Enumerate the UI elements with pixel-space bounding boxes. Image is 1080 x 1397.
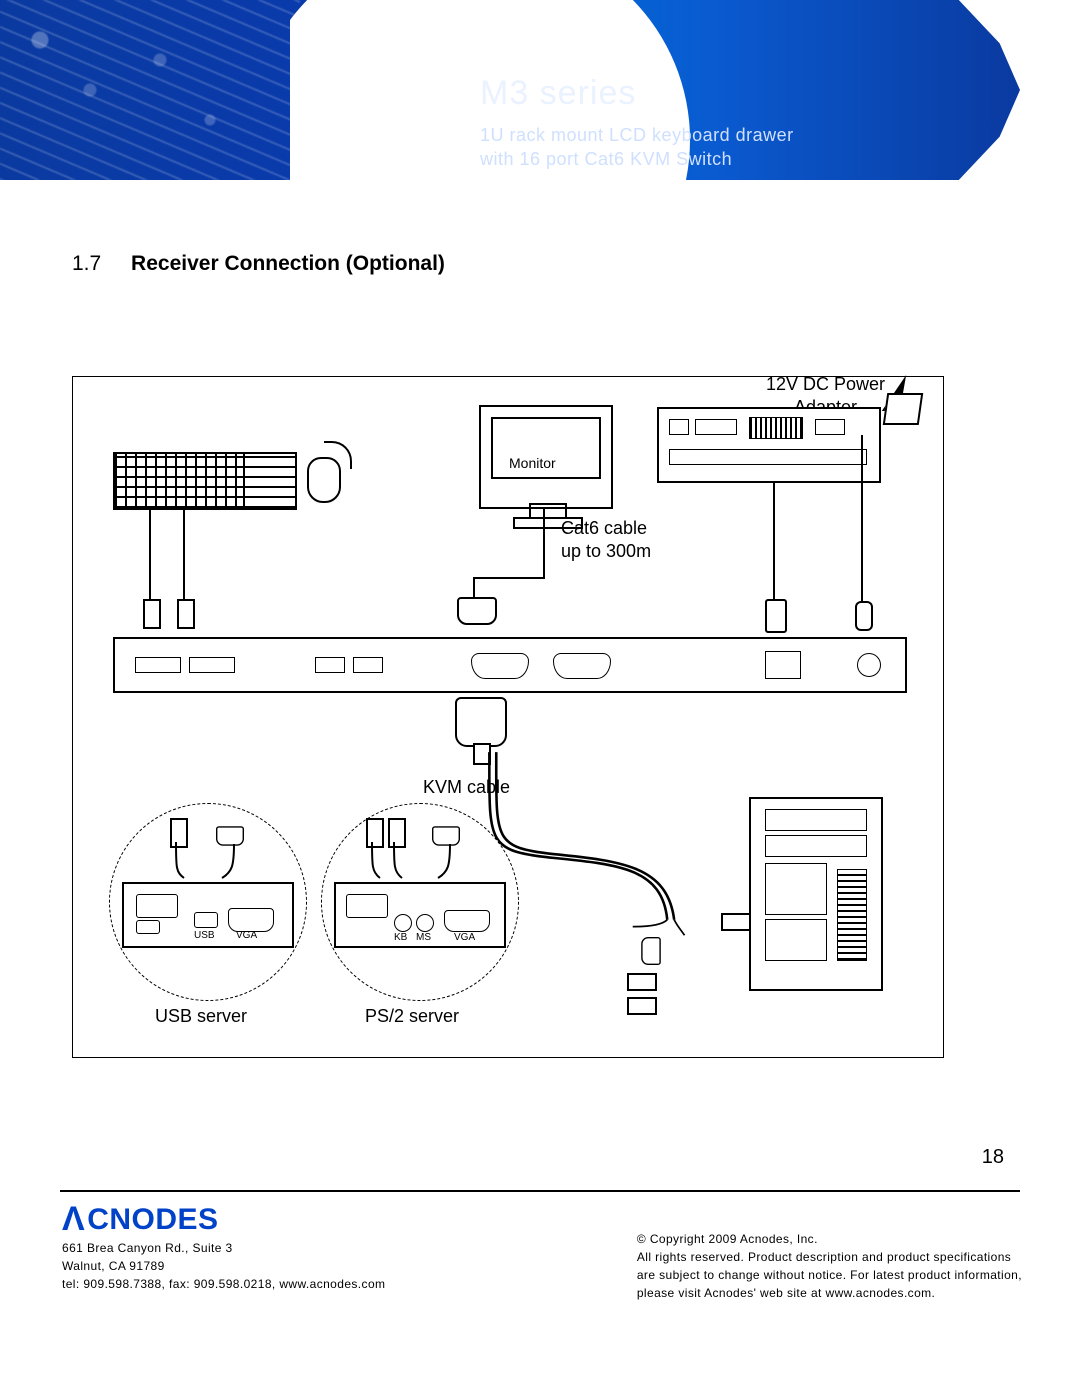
rj45-plug-icon [765, 599, 787, 633]
usb-plug-icon [627, 973, 657, 991]
subtitle-line-2: with 16 port Cat6 KVM Switch [480, 149, 732, 169]
footer-address-2: Walnut, CA 91789 [62, 1257, 385, 1275]
page-footer: ΛACNODESCNODES 661 Brea Canyon Rd., Suit… [62, 1200, 1022, 1302]
usb-server-detail: USB VGA [109, 803, 307, 1001]
section-heading: 1.7 Receiver Connection (Optional) [72, 252, 1010, 276]
mouse-icon [307, 457, 341, 503]
ps2-server-detail: KB MS VGA [321, 803, 519, 1001]
monitor-icon: Monitor [479, 405, 613, 509]
footer-legal-2: are subject to change without notice. Fo… [637, 1266, 1022, 1284]
vga-port-tag: VGA [236, 930, 257, 941]
usb-plug-icon [177, 599, 195, 629]
page-body: 1.7 Receiver Connection (Optional) 12V D… [72, 220, 1010, 1058]
vga-connector-icon [457, 597, 497, 625]
product-subtitle: 1U rack mount LCD keyboard drawer with 1… [480, 123, 794, 172]
power-adapter-icon [883, 393, 923, 425]
usb-port-tag: USB [194, 930, 215, 941]
server-pc-icon [749, 797, 883, 991]
footer-rule [60, 1190, 1020, 1192]
footer-address-3: tel: 909.598.7388, fax: 909.598.0218, ww… [62, 1275, 385, 1293]
section-number: 1.7 [72, 252, 101, 275]
footer-address-1: 661 Brea Canyon Rd., Suite 3 [62, 1239, 385, 1257]
receiver-unit-icon [113, 637, 907, 693]
usb-plug-icon [627, 997, 657, 1015]
usb-plug-icon [143, 599, 161, 629]
section-title: Receiver Connection (Optional) [131, 252, 445, 275]
vga-connector-icon [641, 937, 661, 965]
footer-copyright: © Copyright 2009 Acnodes, Inc. [637, 1230, 1022, 1248]
footer-left: ΛACNODESCNODES 661 Brea Canyon Rd., Suit… [62, 1200, 385, 1302]
page-header: M3 series 1U rack mount LCD keyboard dra… [0, 0, 1080, 180]
kvm-module-icon [657, 407, 881, 483]
footer-legal-1: All rights reserved. Product description… [637, 1248, 1022, 1266]
product-title: M3 series [480, 74, 794, 113]
footer-right: © Copyright 2009 Acnodes, Inc. All right… [637, 1200, 1022, 1302]
header-text: M3 series 1U rack mount LCD keyboard dra… [480, 74, 794, 172]
footer-legal-3: please visit Acnodes' web site at www.ac… [637, 1284, 1022, 1302]
page-number: 18 [982, 1146, 1004, 1169]
connection-diagram: 12V DC Power Adapter Cat6 cable up to 30… [72, 376, 944, 1058]
header-decor [0, 0, 300, 180]
ms-port-tag: MS [416, 932, 431, 943]
page: M3 series 1U rack mount LCD keyboard dra… [0, 0, 1080, 1397]
pc-side-plug-icon [721, 913, 751, 931]
keyboard-icon [113, 452, 297, 510]
monitor-text: Monitor [509, 455, 556, 471]
ps2-server-label: PS/2 server [365, 1006, 459, 1027]
subtitle-line-1: 1U rack mount LCD keyboard drawer [480, 125, 794, 145]
usb-server-label: USB server [155, 1006, 247, 1027]
vga-port-tag: VGA [454, 932, 475, 943]
brand-logo: ΛACNODESCNODES [62, 1200, 385, 1239]
kb-port-tag: KB [394, 932, 407, 943]
dc-plug-icon [855, 601, 873, 631]
kvm-connector-icon [455, 697, 507, 747]
